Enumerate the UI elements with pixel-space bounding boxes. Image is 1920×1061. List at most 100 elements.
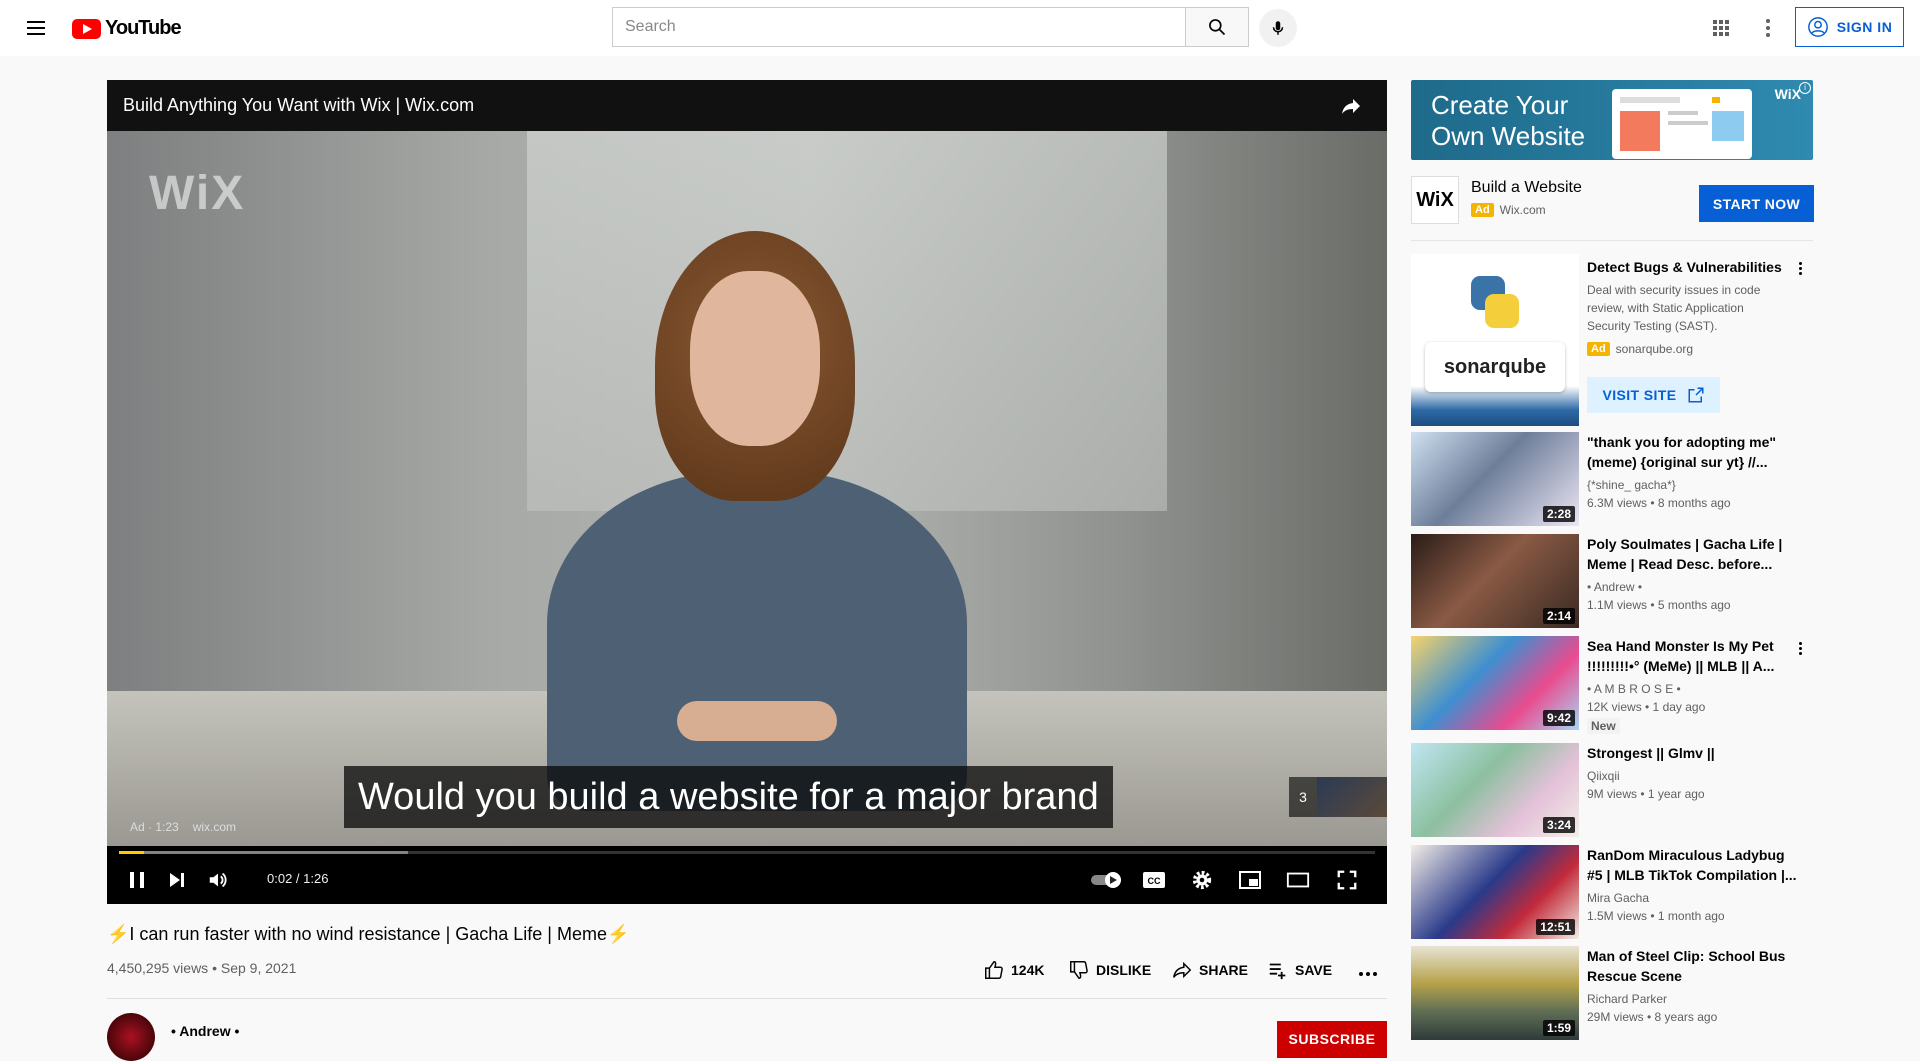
autoplay-toggle[interactable] — [1089, 868, 1125, 892]
channel-name[interactable]: • A M B R O S E • — [1587, 680, 1797, 698]
recommended-video[interactable]: 3:24 Strongest || Glmv || Qiixqii 9M vie… — [1411, 743, 1813, 837]
video-title[interactable]: Sea Hand Monster Is My Pet !!!!!!!!!•° (… — [1587, 636, 1797, 676]
video-title[interactable]: Strongest || Glmv || — [1587, 743, 1797, 763]
video-info: Sea Hand Monster Is My Pet !!!!!!!!!•° (… — [1587, 636, 1797, 735]
ad-video-title[interactable]: Build Anything You Want with Wix | Wix.c… — [123, 95, 474, 116]
closed-caption: Would you build a website for a major br… — [344, 766, 1113, 828]
ad-banner[interactable]: Create Your Own Website WiX i — [1411, 80, 1813, 160]
next-button[interactable] — [165, 868, 189, 892]
video-thumbnail[interactable]: 12:51 — [1411, 845, 1579, 939]
settings-button[interactable] — [1190, 868, 1214, 892]
played-bar — [119, 851, 145, 854]
visit-site-button[interactable]: VISIT SITE — [1587, 377, 1720, 413]
recommended-video[interactable]: 1:59 Man of Steel Clip: School Bus Rescu… — [1411, 946, 1813, 1040]
video-title[interactable]: Poly Soulmates | Gacha Life | Meme | Rea… — [1587, 534, 1797, 574]
companion-ad-domain: Ad Wix.com — [1471, 203, 1546, 217]
recommended-video[interactable]: 9:42 Sea Hand Monster Is My Pet !!!!!!!!… — [1411, 636, 1813, 734]
volume-icon — [209, 872, 227, 888]
video-thumbnail[interactable]: 9:42 — [1411, 636, 1579, 730]
video-duration: 9:42 — [1542, 710, 1575, 726]
volume-button[interactable] — [206, 868, 230, 892]
ad-menu-icon[interactable] — [1790, 258, 1810, 278]
sonarqube-ad-image[interactable]: sonarqube — [1411, 254, 1579, 426]
youtube-logo[interactable]: YouTube — [72, 17, 182, 40]
save-button[interactable]: SAVE — [1267, 959, 1332, 981]
start-now-button[interactable]: START NOW — [1699, 185, 1814, 222]
menu-icon[interactable] — [24, 16, 48, 40]
visit-site-label: VISIT SITE — [1602, 387, 1677, 403]
ad-info: Ad · 1:23 wix.com — [130, 820, 236, 834]
banner-line-2: Own Website — [1431, 121, 1586, 151]
save-label: SAVE — [1295, 962, 1333, 978]
video-duration: 2:14 — [1542, 608, 1575, 624]
share-icon — [1173, 961, 1192, 979]
wave-graphic — [1411, 386, 1579, 426]
video-info: Man of Steel Clip: School Bus Rescue Sce… — [1587, 946, 1797, 1026]
channel-name[interactable]: • Andrew • — [1587, 578, 1797, 596]
progress-bar[interactable] — [119, 851, 1375, 854]
search-bar — [612, 7, 1249, 47]
settings-more-icon[interactable] — [1756, 16, 1780, 40]
apps-grid-icon[interactable] — [1708, 16, 1732, 40]
ad-badge: Ad — [1471, 203, 1494, 217]
closed-captions-icon: CC — [1143, 872, 1165, 888]
fullscreen-button[interactable] — [1335, 868, 1359, 892]
playlist-add-icon — [1269, 963, 1286, 980]
pause-button[interactable] — [125, 868, 149, 892]
theater-mode-button[interactable] — [1286, 868, 1310, 892]
ad-label: Ad · 1:23 — [130, 820, 179, 834]
autoplay-toggle-icon — [1091, 872, 1121, 888]
video-menu-icon[interactable] — [1790, 638, 1810, 658]
video-player[interactable]: Build Anything You Want with Wix | Wix.c… — [107, 80, 1387, 904]
video-thumbnail[interactable]: 1:59 — [1411, 946, 1579, 1040]
search-input[interactable] — [612, 7, 1185, 47]
skip-countdown: 3 — [1299, 789, 1307, 805]
video-title[interactable]: RanDom Miraculous Ladybug #5 | MLB TikTo… — [1587, 845, 1797, 885]
video-title[interactable]: "thank you for adopting me" (meme) {orig… — [1587, 432, 1797, 472]
thumbs-down-icon — [1070, 961, 1088, 979]
sign-in-button[interactable]: SIGN IN — [1795, 7, 1904, 47]
search-button[interactable] — [1185, 7, 1249, 47]
more-actions-icon[interactable] — [1356, 962, 1380, 986]
recommended-video[interactable]: 2:14 Poly Soulmates | Gacha Life | Meme … — [1411, 534, 1813, 628]
dislike-button[interactable]: DISLIKE — [1068, 959, 1151, 981]
sonar-ad-title: Detect Bugs & Vulnerabilities — [1587, 259, 1782, 275]
like-button[interactable]: 124K — [983, 959, 1044, 981]
channel-name[interactable]: Richard Parker — [1587, 990, 1797, 1008]
ad-badge: Ad — [1587, 342, 1610, 356]
banner-logo: WiX — [1774, 86, 1801, 102]
banner-line-1: Create Your — [1431, 90, 1569, 120]
divider — [107, 998, 1387, 999]
channel-name[interactable]: • Andrew • — [171, 1023, 239, 1039]
channel-name[interactable]: {*shine_ gacha*} — [1587, 476, 1797, 494]
youtube-play-icon — [72, 18, 101, 39]
sonar-ad-domain: sonarqube.org — [1615, 342, 1694, 356]
channel-name[interactable]: Mira Gacha — [1587, 889, 1797, 907]
channel-name[interactable]: Qiixqii — [1587, 767, 1797, 785]
view-count-age: 29M views • 8 years ago — [1587, 1010, 1718, 1024]
view-count-age: 9M views • 1 year ago — [1587, 787, 1705, 801]
logo-text: YouTube — [105, 17, 182, 39]
voice-search-button[interactable] — [1259, 9, 1297, 47]
recommended-video[interactable]: 2:28 "thank you for adopting me" (meme) … — [1411, 432, 1813, 526]
video-thumbnail[interactable]: 2:14 — [1411, 534, 1579, 628]
share-arrow-icon[interactable] — [1339, 94, 1363, 118]
miniplayer-icon — [1239, 871, 1261, 889]
miniplayer-button[interactable] — [1238, 868, 1262, 892]
info-icon[interactable]: i — [1799, 82, 1811, 94]
sonarqube-ad-info[interactable]: Detect Bugs & Vulnerabilities Deal with … — [1587, 258, 1787, 356]
subtitles-button[interactable]: CC — [1142, 868, 1166, 892]
advertiser-domain: Wix.com — [1499, 203, 1546, 217]
video-thumbnail[interactable]: 2:28 — [1411, 432, 1579, 526]
banner-headline: Create Your Own Website — [1431, 90, 1585, 152]
ad-domain-link[interactable]: wix.com — [193, 820, 236, 834]
share-button[interactable]: SHARE — [1171, 959, 1248, 981]
recommended-video[interactable]: 12:51 RanDom Miraculous Ladybug #5 | MLB… — [1411, 845, 1813, 939]
channel-avatar[interactable] — [107, 1013, 155, 1061]
video-thumbnail[interactable]: 3:24 — [1411, 743, 1579, 837]
video-title[interactable]: Man of Steel Clip: School Bus Rescue Sce… — [1587, 946, 1797, 986]
video-info: RanDom Miraculous Ladybug #5 | MLB TikTo… — [1587, 845, 1797, 925]
video-info: "thank you for adopting me" (meme) {orig… — [1587, 432, 1797, 512]
skip-ad-preview[interactable]: 3 — [1289, 777, 1387, 817]
player-controls: 0:02 / 1:26 CC — [107, 856, 1387, 904]
